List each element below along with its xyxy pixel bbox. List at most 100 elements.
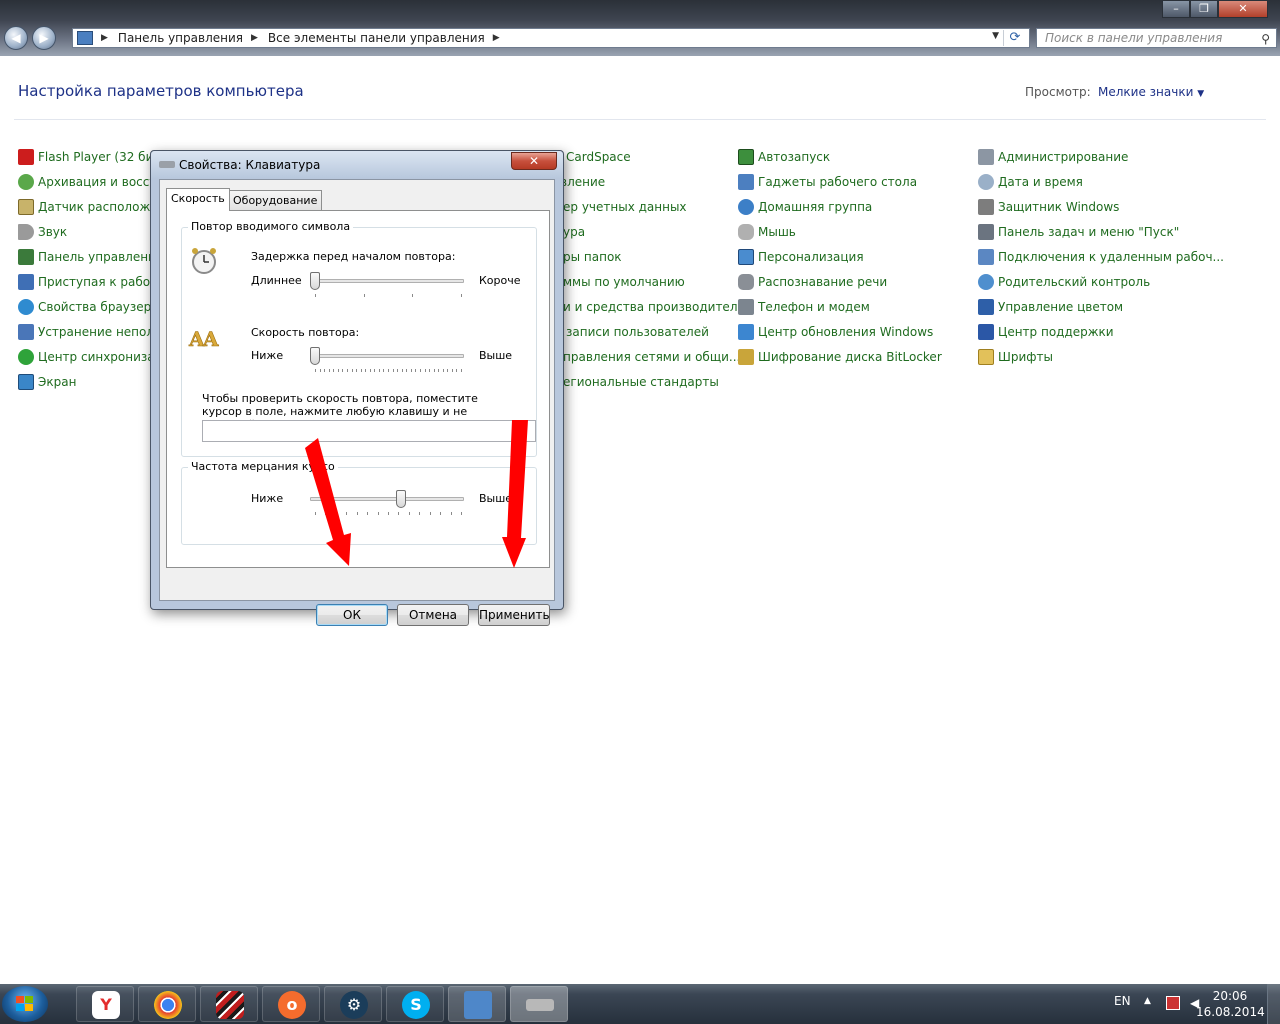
slider-tick (378, 369, 380, 372)
minimize-icon[interactable]: – (1162, 0, 1190, 18)
cp-item-fonts[interactable]: Шрифты (978, 348, 1053, 366)
cp-item-panel-management[interactable]: Панель управления (18, 248, 163, 266)
cp-item-folder-options[interactable]: ры папок (563, 248, 622, 266)
forward-arrow-icon[interactable]: ▶ (32, 26, 56, 50)
dialog-titlebar[interactable]: Свойства: Клавиатура ✕ (151, 151, 563, 179)
rate-slider-track[interactable] (310, 354, 464, 358)
cp-item-homegroup[interactable]: Домашняя группа (738, 198, 872, 216)
cp-item-getting-started[interactable]: Приступая к работе (18, 273, 165, 291)
slider-tick (438, 369, 440, 372)
view-dropdown[interactable]: Мелкие значки ▼ (1098, 85, 1204, 99)
cp-item-taskbar-start[interactable]: Панель задач и меню "Пуск" (978, 223, 1179, 241)
troubleshoot-icon (18, 324, 34, 340)
apply-button[interactable]: Применить (478, 604, 550, 626)
taskbar-steam[interactable]: ⚙ (324, 986, 382, 1022)
cp-item-color-management[interactable]: Управление цветом (978, 298, 1123, 316)
slider-tick (419, 369, 421, 372)
tab-speed[interactable]: Скорость (166, 188, 230, 211)
cp-item-troubleshooting[interactable]: Устранение неполад (18, 323, 170, 341)
cp-item-keyboard[interactable]: ура (563, 223, 585, 241)
cursor-slider-thumb[interactable] (396, 490, 407, 508)
cp-item-credential-manager[interactable]: ер учетных данных (563, 198, 687, 216)
rate-slider-thumb[interactable] (310, 347, 320, 365)
slider-tick (388, 512, 389, 515)
taskbar-control-panel[interactable] (448, 986, 506, 1022)
cp-item-location-sensor[interactable]: Датчик расположен (18, 198, 165, 216)
control-panel-taskbar-icon (464, 991, 492, 1019)
refresh-icon[interactable]: ⟳ (1003, 30, 1026, 46)
start-button[interactable] (2, 986, 48, 1022)
tray-expand-icon[interactable]: ▲ (1144, 996, 1151, 1006)
cp-item-parental-control[interactable]: Родительский контроль (978, 273, 1150, 291)
cp-item-defender[interactable]: Защитник Windows (978, 198, 1119, 216)
breadcrumb-all-items[interactable]: Все элементы панели управления (268, 31, 485, 45)
cp-item-speech[interactable]: Распознавание речи (738, 273, 887, 291)
cp-item-mouse[interactable]: Мышь (738, 223, 796, 241)
taskbar-yandex[interactable]: Y (76, 986, 134, 1022)
breadcrumb-arrow-icon[interactable]: ▶ (493, 33, 500, 43)
clock-delay-icon (192, 248, 216, 274)
cp-item-personalization[interactable]: Персонализация (738, 248, 864, 266)
admin-icon (978, 149, 994, 165)
taskbar-skype[interactable]: S (386, 986, 444, 1022)
cp-item-performance[interactable]: и и средства производител... (563, 298, 749, 316)
cp-item-administration[interactable]: Администрирование (978, 148, 1128, 166)
repeat-test-field[interactable] (202, 420, 536, 442)
close-icon[interactable]: ✕ (1218, 0, 1268, 18)
breadcrumb-arrow-icon[interactable]: ▶ (101, 33, 108, 43)
address-bar[interactable]: ▶ Панель управления ▶ Все элементы панел… (72, 28, 1030, 48)
cp-item-internet-options[interactable]: Свойства браузера (18, 298, 159, 316)
cp-item-default-programs[interactable]: ммы по умолчанию (563, 273, 685, 291)
slider-tick (397, 369, 399, 372)
slider-tick (419, 512, 421, 515)
cp-item-user-accounts[interactable]: записи пользователей (566, 323, 709, 341)
maximize-icon[interactable]: ❐ (1190, 0, 1218, 18)
language-indicator[interactable]: EN (1114, 994, 1131, 1008)
cp-item-remote-connections[interactable]: Подключения к удаленным рабоч... (978, 248, 1224, 266)
cp-item-regional[interactable]: егиональные стандарты (563, 373, 719, 391)
cp-item-date-time[interactable]: Дата и время (978, 173, 1083, 191)
slider-tick (424, 369, 426, 372)
search-input[interactable]: Поиск в панели управления ⚲ (1036, 28, 1277, 48)
cp-item-autoplay[interactable]: Автозапуск (738, 148, 830, 166)
slider-tick (450, 512, 452, 515)
action-center-icon[interactable] (1166, 996, 1180, 1010)
slider-tick (388, 369, 389, 372)
keyboard-icon (159, 161, 175, 168)
cp-item-network-center[interactable]: правления сетями и общи... (563, 348, 740, 366)
ok-button[interactable]: ОК (316, 604, 388, 626)
cp-item-gadgets[interactable]: Гаджеты рабочего стола (738, 173, 917, 191)
show-desktop-button[interactable] (1267, 984, 1280, 1024)
delay-slider-thumb[interactable] (310, 272, 320, 290)
cp-item-sync-center[interactable]: Центр синхронизаци (18, 348, 171, 366)
cp-item-sound[interactable]: Звук (18, 223, 67, 241)
cp-item-col2-2[interactable]: вление (560, 173, 605, 191)
cp-item-backup[interactable]: Архивация и восстан (18, 173, 172, 191)
delay-slider-track[interactable] (310, 279, 464, 283)
back-arrow-icon[interactable]: ◀ (4, 26, 28, 50)
address-dropdown-icon[interactable]: ▼ (992, 31, 999, 41)
cp-item-windows-update[interactable]: Центр обновления Windows (738, 323, 933, 341)
cursor-slider-track[interactable] (310, 497, 464, 501)
tab-hardware[interactable]: Оборудование (228, 190, 323, 210)
yandex-icon: Y (92, 991, 120, 1019)
clock-date[interactable]: 16.08.2014 (1196, 1005, 1265, 1019)
breadcrumb-control-panel[interactable]: Панель управления (118, 31, 243, 45)
cp-item-cardspace[interactable]: CardSpace (566, 148, 631, 166)
cp-item-bitlocker[interactable]: Шифрование диска BitLocker (738, 348, 942, 366)
breadcrumb-arrow-icon[interactable]: ▶ (251, 33, 258, 43)
taskbar-game[interactable] (200, 986, 258, 1022)
speaker-icon (18, 224, 34, 240)
taskbar-origin[interactable]: o (262, 986, 320, 1022)
cancel-button[interactable]: Отмена (397, 604, 469, 626)
taskbar-keyboard-dialog[interactable] (510, 986, 568, 1022)
cp-item-display[interactable]: Экран (18, 373, 76, 391)
cp-item-action-center[interactable]: Центр поддержки (978, 323, 1114, 341)
slider-tick (369, 369, 371, 372)
taskbar-chrome[interactable] (138, 986, 196, 1022)
cp-item-phone-modem[interactable]: Телефон и модем (738, 298, 870, 316)
microphone-icon (738, 274, 754, 290)
search-icon[interactable]: ⚲ (1261, 30, 1270, 48)
clock-time[interactable]: 20:06 (1210, 989, 1250, 1003)
dialog-close-button[interactable]: ✕ (511, 152, 557, 170)
